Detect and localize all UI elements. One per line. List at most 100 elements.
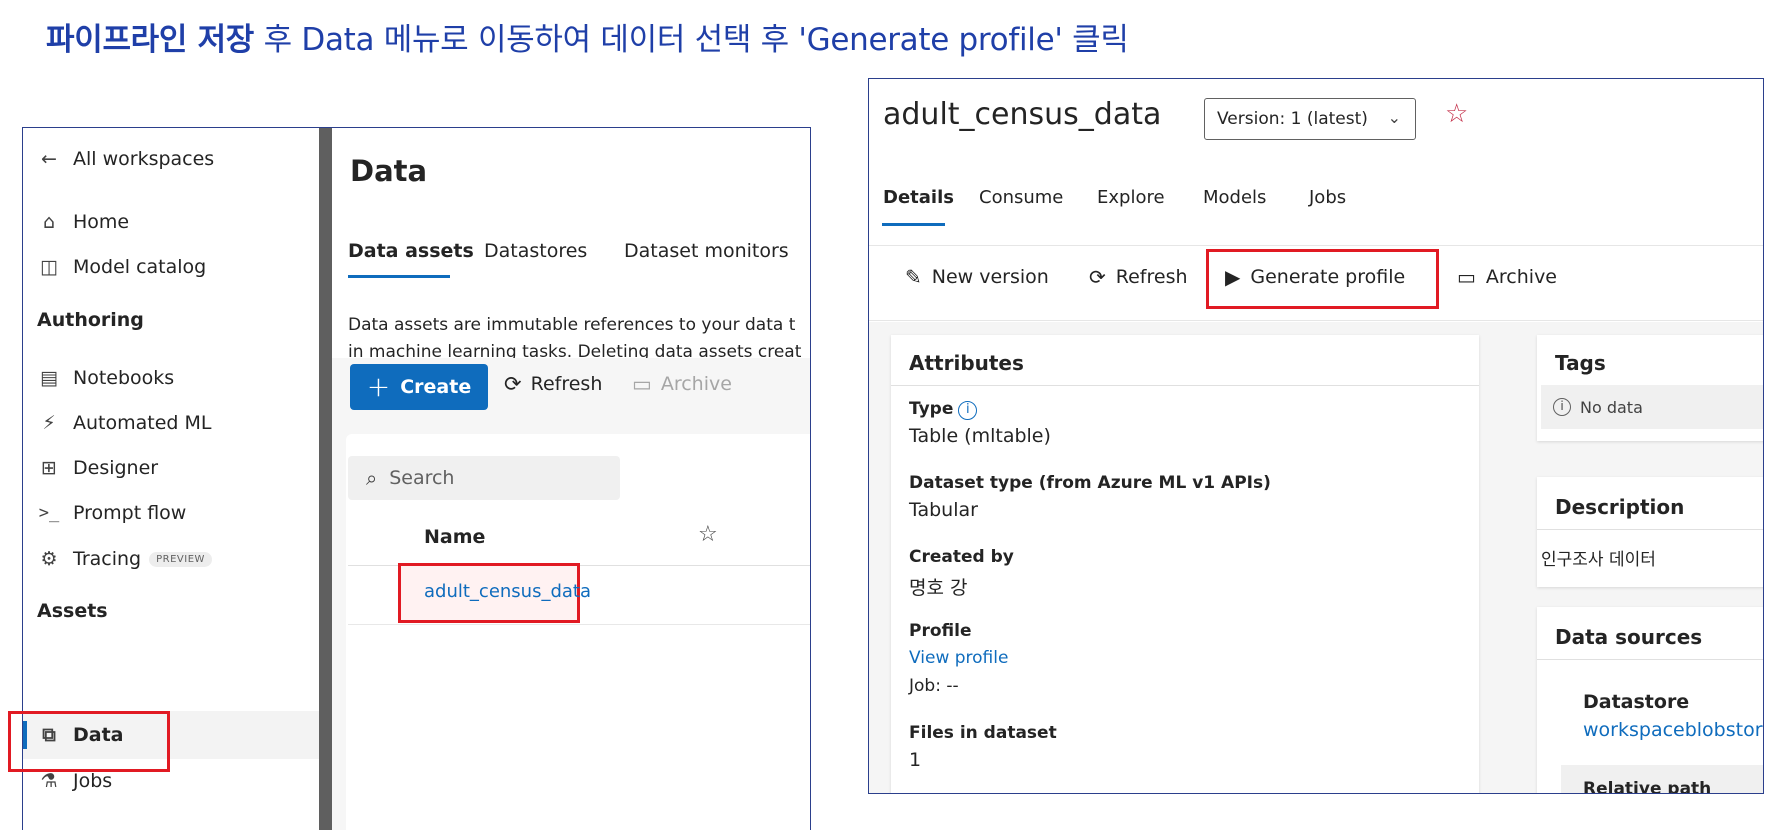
tab-explore[interactable]: Explore xyxy=(1097,187,1165,208)
attributes-title: Attributes xyxy=(909,351,1024,375)
notebook-icon: ▤ xyxy=(40,367,58,389)
archive-button[interactable]: ▭ Archive xyxy=(1457,265,1557,289)
profile-job-value: Job: -- xyxy=(909,676,959,696)
row-divider xyxy=(348,624,810,625)
model-catalog-icon: ◫ xyxy=(40,256,58,278)
tags-empty-state: i No data xyxy=(1541,385,1763,429)
sidebar-item-notebooks[interactable]: ▤ Notebooks xyxy=(37,363,174,393)
dataset-type-value: Tabular xyxy=(909,499,978,521)
version-dropdown[interactable]: Version: 1 (latest) ⌄ xyxy=(1204,98,1416,140)
sidebar-item-tracing[interactable]: ⚙ Tracing PREVIEW xyxy=(37,544,212,574)
version-dropdown-value: Version: 1 (latest) xyxy=(1217,109,1368,129)
sidebar-item-home[interactable]: ⌂ Home xyxy=(37,207,129,237)
sidebar-item-designer[interactable]: ⊞ Designer xyxy=(37,453,158,483)
home-icon: ⌂ xyxy=(42,211,56,233)
datastore-label: Datastore xyxy=(1583,691,1690,713)
section-authoring: Authoring xyxy=(37,309,144,331)
section-assets: Assets xyxy=(37,600,108,622)
highlight-box-data-nav xyxy=(8,711,170,772)
description-line-1: Data assets are immutable references to … xyxy=(348,315,796,335)
data-main-pane: Data Data assets Datastores Dataset moni… xyxy=(332,128,810,830)
sidebar-item-prompt-flow[interactable]: >_ Prompt flow xyxy=(37,498,187,528)
active-tab-indicator xyxy=(348,275,450,278)
archive-icon: ▭ xyxy=(632,372,652,396)
created-by-label: Created by xyxy=(909,547,1014,567)
data-asset-link[interactable]: adult_census_data xyxy=(424,581,591,602)
automated-ml-icon: ⚡ xyxy=(42,412,56,434)
relative-path-label: Relative path xyxy=(1583,779,1712,794)
favorite-column-star-icon[interactable]: ☆ xyxy=(698,522,718,547)
refresh-label: Refresh xyxy=(1115,266,1188,288)
description-divider xyxy=(1537,529,1763,530)
back-to-workspaces-label: All workspaces xyxy=(73,148,215,170)
instruction-heading: 파이프라인 저장 후 Data 메뉴로 이동하여 데이터 선택 후 'Gener… xyxy=(46,14,1129,59)
back-to-workspaces[interactable]: ← All workspaces xyxy=(37,144,214,174)
archive-label: Archive xyxy=(1485,266,1557,288)
tab-consume[interactable]: Consume xyxy=(979,187,1063,208)
new-version-label: New version xyxy=(931,266,1049,288)
tab-dataset-monitors[interactable]: Dataset monitors xyxy=(624,240,789,262)
highlight-box-generate-profile xyxy=(1206,249,1439,309)
active-tab-indicator xyxy=(882,223,945,226)
view-profile-link[interactable]: View profile xyxy=(909,648,1008,668)
instruction-heading-bold: 파이프라인 저장 xyxy=(46,22,255,58)
dataset-type-label: Dataset type (from Azure ML v1 APIs) xyxy=(909,473,1271,493)
data-sources-title: Data sources xyxy=(1555,625,1703,649)
jobs-icon: ⚗ xyxy=(40,770,58,792)
sidebar-item-model-catalog[interactable]: ◫ Model catalog xyxy=(37,252,206,282)
back-arrow-icon: ← xyxy=(41,148,57,170)
preview-badge: PREVIEW xyxy=(149,551,212,567)
attributes-divider xyxy=(891,385,1479,386)
chevron-down-icon: ⌄ xyxy=(1387,108,1401,127)
asset-detail-screenshot: adult_census_data Version: 1 (latest) ⌄ … xyxy=(868,78,1764,794)
sidebar-item-label: Designer xyxy=(73,457,159,479)
type-label-text: Type xyxy=(909,399,954,419)
type-label: Type i xyxy=(909,399,978,420)
sidebar-item-label: Notebooks xyxy=(73,367,175,389)
create-button-label: Create xyxy=(400,376,472,398)
refresh-icon: ⟳ xyxy=(1089,265,1106,289)
tab-models[interactable]: Models xyxy=(1203,187,1266,208)
files-in-dataset-label: Files in dataset xyxy=(909,723,1057,743)
favorite-star-icon[interactable]: ☆ xyxy=(1445,99,1468,129)
files-in-dataset-value: 1 xyxy=(909,749,922,771)
description-title: Description xyxy=(1555,495,1685,519)
instruction-heading-rest: 후 Data 메뉴로 이동하여 데이터 선택 후 'Generate profi… xyxy=(254,22,1129,58)
sidebar-item-label: Automated ML xyxy=(73,412,212,434)
edit-document-icon: ✎ xyxy=(905,265,922,289)
prompt-flow-icon: >_ xyxy=(38,503,60,523)
column-header-name[interactable]: Name xyxy=(424,526,485,548)
data-sources-divider xyxy=(1537,659,1763,660)
tags-title: Tags xyxy=(1555,351,1606,375)
type-value: Table (mltable) xyxy=(909,425,1051,447)
datastore-link[interactable]: workspaceblobstor xyxy=(1583,719,1763,741)
refresh-icon: ⟳ xyxy=(504,372,522,396)
tab-datastores[interactable]: Datastores xyxy=(484,240,587,262)
refresh-button-label: Refresh xyxy=(530,373,603,395)
sidebar-item-label: Tracing xyxy=(73,548,142,570)
refresh-button[interactable]: ⟳ Refresh xyxy=(504,372,602,396)
search-icon: ⌕ xyxy=(366,466,378,490)
sidebar-item-label: Model catalog xyxy=(73,256,207,278)
tab-data-assets[interactable]: Data assets xyxy=(348,240,474,262)
info-icon[interactable]: i xyxy=(958,401,978,420)
sidebar-item-automated-ml[interactable]: ⚡ Automated ML xyxy=(37,408,211,438)
description-card xyxy=(1537,477,1763,587)
search-input[interactable]: ⌕ Search xyxy=(348,456,620,500)
tab-jobs[interactable]: Jobs xyxy=(1309,187,1346,208)
archive-icon: ▭ xyxy=(1457,265,1476,289)
sidebar-item-label: Home xyxy=(73,211,130,233)
sidebar-splitter[interactable] xyxy=(319,128,332,830)
sidebar-item-label: Prompt flow xyxy=(73,502,187,524)
tab-details[interactable]: Details xyxy=(883,187,954,208)
created-by-value: 명호 강 xyxy=(909,577,968,599)
refresh-button[interactable]: ⟳ Refresh xyxy=(1089,265,1188,289)
sidebar-item-label: Jobs xyxy=(73,770,113,792)
description-value: 인구조사 데이터 xyxy=(1541,550,1656,570)
archive-button-label: Archive xyxy=(660,373,732,395)
tags-empty-label: No data xyxy=(1580,397,1643,417)
designer-icon: ⊞ xyxy=(41,457,57,479)
archive-button[interactable]: ▭ Archive xyxy=(632,372,732,396)
create-button[interactable]: + Create xyxy=(350,364,488,410)
new-version-button[interactable]: ✎ New version xyxy=(905,265,1049,289)
